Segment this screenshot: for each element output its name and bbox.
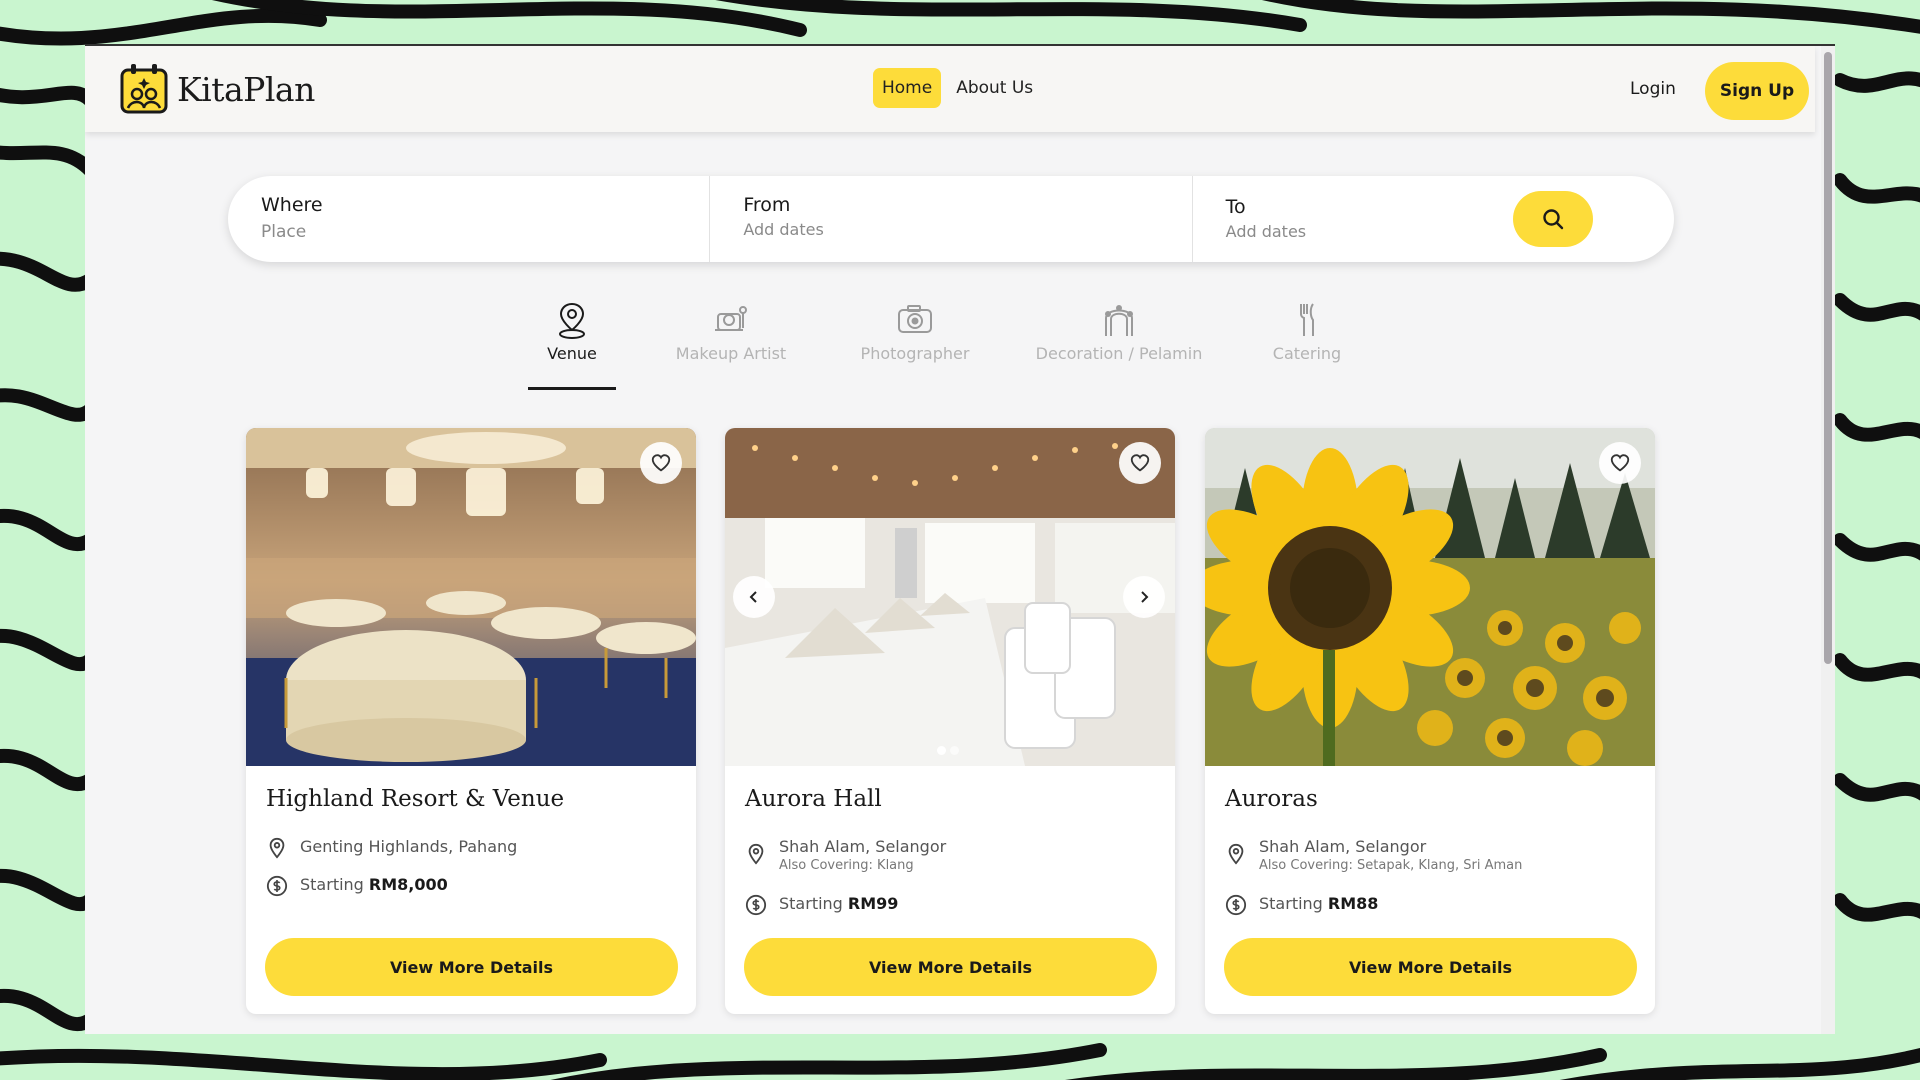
cutlery-icon	[1300, 303, 1314, 336]
heart-icon	[1130, 454, 1150, 472]
location-row: Genting Highlands, Pahang	[266, 837, 517, 859]
tab-makeup-artist-label: Makeup Artist	[675, 344, 787, 363]
nav-home[interactable]: Home	[873, 68, 942, 108]
price-row: Starting RM88	[1225, 894, 1378, 916]
venue-photo-sunflower[interactable]	[1205, 428, 1655, 766]
to-placeholder: Add dates	[1225, 222, 1307, 241]
tab-photographer-label: Photographer	[860, 344, 970, 363]
from-date-field[interactable]: From Add dates	[709, 176, 1191, 262]
search-icon	[1543, 209, 1564, 230]
location-text: Shah Alam, Selangor	[779, 837, 947, 856]
view-details-button[interactable]: View More Details	[265, 938, 678, 996]
card-title: Aurora Hall	[745, 786, 882, 812]
carousel-prev-button[interactable]	[733, 576, 775, 618]
also-covering-text: Also Covering: Klang	[779, 858, 914, 873]
location-row: Shah Alam, Selangor Also Covering: Setap…	[1225, 837, 1522, 873]
tab-makeup-artist[interactable]: Makeup Artist	[672, 300, 790, 363]
nav-about-us[interactable]: About Us	[947, 68, 1042, 108]
carousel-dot[interactable]	[937, 746, 946, 755]
carousel-dots	[937, 746, 959, 755]
favorite-button[interactable]	[1599, 442, 1641, 484]
view-details-button[interactable]: View More Details	[744, 938, 1157, 996]
chevron-left-icon	[749, 591, 757, 603]
search-bar: Where Place From Add dates To Add dates	[228, 176, 1674, 262]
price-row: Starting RM8,000	[266, 875, 448, 897]
location-pin-icon	[269, 837, 285, 859]
top-navbar: KitaPlan Home About Us Login Sign Up	[85, 46, 1815, 132]
search-button[interactable]	[1513, 191, 1593, 247]
login-link[interactable]: Login	[1630, 79, 1676, 99]
card-title: Highland Resort & Venue	[266, 786, 565, 812]
to-label: To	[1225, 196, 1246, 218]
where-placeholder: Place	[261, 222, 307, 242]
where-label: Where	[261, 194, 323, 216]
heart-icon	[651, 454, 671, 472]
price-value: RM99	[847, 894, 899, 913]
venue-card[interactable]: Auroras Shah Alam, Selangor Also Coverin…	[1205, 428, 1655, 1014]
price-prefix: Starting	[779, 894, 843, 913]
also-covering-text: Also Covering: Setapak, Klang, Sri Aman	[1259, 858, 1523, 873]
price-row: Starting RM99	[745, 894, 898, 916]
location-pin-icon	[748, 843, 764, 865]
location-text: Genting Highlands, Pahang	[300, 837, 518, 856]
price-prefix: Starting	[300, 875, 364, 894]
active-tab-indicator	[528, 387, 616, 390]
tab-decoration-label: Decoration / Pelamin	[1035, 344, 1203, 363]
brand-logo[interactable]: KitaPlan	[119, 62, 315, 116]
tab-photographer[interactable]: Photographer	[859, 300, 971, 363]
venue-card[interactable]: Aurora Hall Shah Alam, Selangor Also Cov…	[725, 428, 1175, 1014]
location-pin-icon	[1228, 843, 1244, 865]
arch-icon	[1105, 305, 1133, 336]
tab-venue[interactable]: Venue	[531, 300, 613, 363]
to-date-field[interactable]: To Add dates	[1191, 176, 1674, 262]
tab-catering[interactable]: Catering	[1267, 300, 1347, 363]
price-prefix: Starting	[1259, 894, 1323, 913]
venue-photo-ballroom[interactable]	[246, 428, 696, 766]
price-value: RM8,000	[368, 875, 448, 894]
carousel-dot[interactable]	[950, 746, 959, 755]
tab-catering-label: Catering	[1272, 344, 1342, 363]
price-value: RM88	[1327, 894, 1379, 913]
logo-icon	[120, 64, 168, 114]
favorite-button[interactable]	[1119, 442, 1161, 484]
vertical-scrollbar[interactable]	[1821, 46, 1835, 1034]
where-field[interactable]: Where Place	[228, 176, 709, 262]
location-text: Shah Alam, Selangor	[1259, 837, 1427, 856]
scrollbar-thumb[interactable]	[1824, 52, 1832, 664]
venue-photo-banquet[interactable]	[725, 428, 1175, 766]
favorite-button[interactable]	[640, 442, 682, 484]
chevron-right-icon	[1141, 591, 1149, 603]
brand-name: KitaPlan	[177, 69, 315, 109]
tab-venue-label: Venue	[547, 344, 597, 363]
dollar-coin-icon	[745, 894, 767, 916]
from-label: From	[743, 194, 791, 216]
location-row: Shah Alam, Selangor Also Covering: Klang	[745, 837, 946, 873]
signup-button[interactable]: Sign Up	[1705, 62, 1809, 120]
venue-pin-icon	[559, 302, 585, 339]
view-details-button[interactable]: View More Details	[1224, 938, 1637, 996]
camera-icon	[898, 305, 932, 333]
venue-card[interactable]: Highland Resort & Venue Genting Highland…	[246, 428, 696, 1014]
makeup-mirror-icon	[715, 306, 747, 331]
browser-window: KitaPlan Home About Us Login Sign Up Whe…	[85, 44, 1835, 1034]
tab-decoration-pelamin[interactable]: Decoration / Pelamin	[1035, 300, 1203, 363]
primary-nav: Home About Us	[873, 68, 1042, 108]
dollar-coin-icon	[1225, 894, 1247, 916]
dollar-coin-icon	[266, 875, 288, 897]
card-title: Auroras	[1225, 786, 1318, 812]
from-placeholder: Add dates	[743, 220, 824, 239]
carousel-next-button[interactable]	[1123, 576, 1165, 618]
heart-icon	[1610, 454, 1630, 472]
